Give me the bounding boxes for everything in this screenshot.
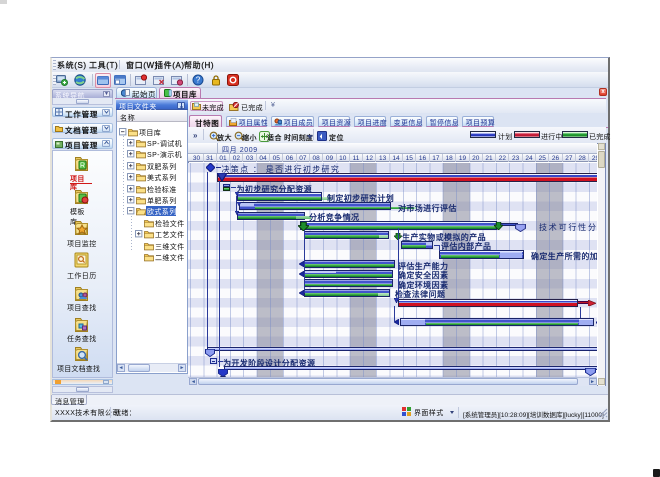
svg-text:R: R xyxy=(80,163,85,170)
svg-text:?: ? xyxy=(196,76,201,85)
